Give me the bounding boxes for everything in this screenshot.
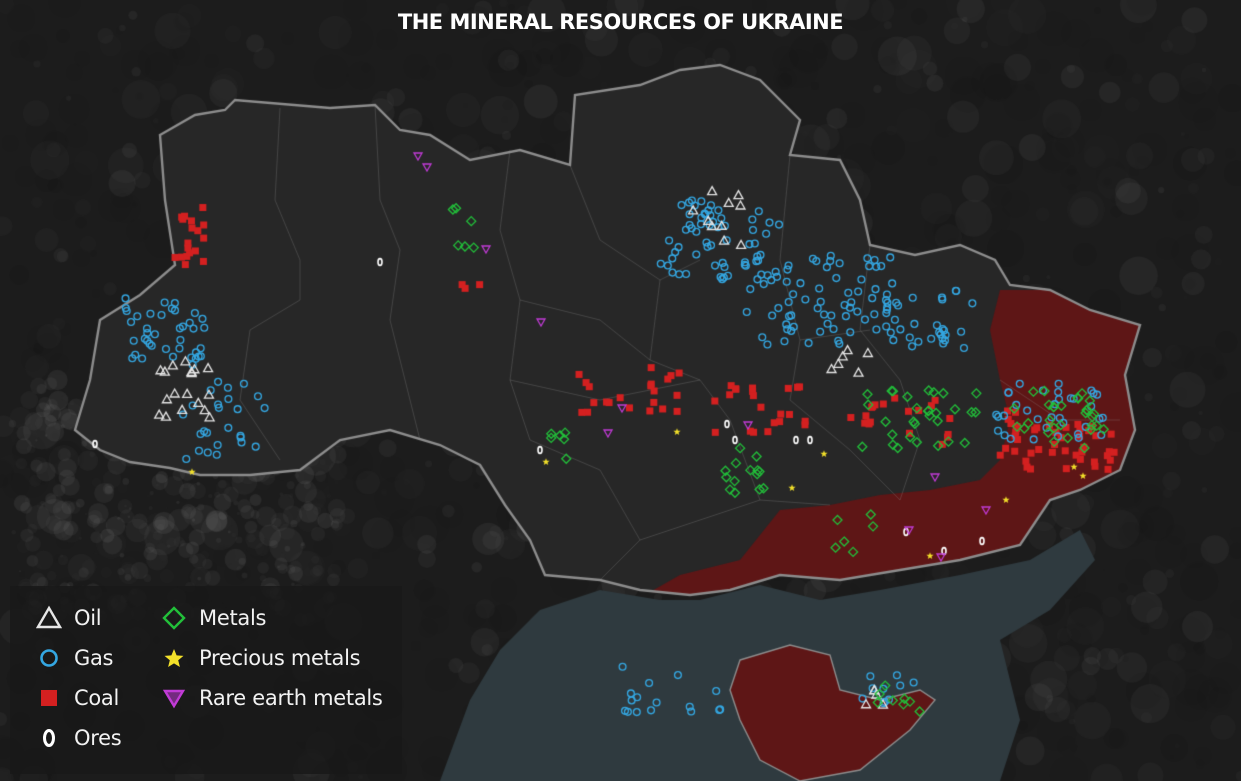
legend-label-gas: Gas — [74, 646, 114, 670]
diamond-outline-icon — [162, 606, 186, 630]
legend-label-precious-metals: Precious metals — [199, 646, 361, 670]
legend-item-oil: Oil — [36, 605, 102, 631]
filled-square-icon — [41, 690, 57, 706]
legend-item-coal: Coal — [36, 685, 119, 711]
map-title: THE MINERAL RESOURCES OF UKRAINE — [397, 10, 844, 34]
legend-label-oil: Oil — [74, 606, 102, 630]
legend-item-ores: Ores — [36, 725, 122, 751]
triangle-up-outline-icon — [36, 605, 62, 629]
legend-label-ores: Ores — [74, 726, 122, 750]
triangle-down-icon — [162, 689, 186, 709]
legend-item-rare-earth-metals: Rare earth metals — [161, 685, 383, 711]
star-icon — [164, 649, 184, 667]
legend-item-gas: Gas — [36, 645, 113, 671]
legend-label-coal: Coal — [74, 686, 120, 710]
legend-item-metals: Metals — [161, 605, 266, 631]
legend-label-rare-earth-metals: Rare earth metals — [199, 686, 383, 710]
legend-panel: Oil Gas Coal Ores Metals Precious metals… — [10, 586, 402, 774]
legend-label-metals: Metals — [199, 606, 267, 630]
circle-outline-icon — [40, 649, 58, 667]
zero-glyph-icon — [43, 729, 55, 747]
legend-item-precious-metals: Precious metals — [161, 645, 361, 671]
